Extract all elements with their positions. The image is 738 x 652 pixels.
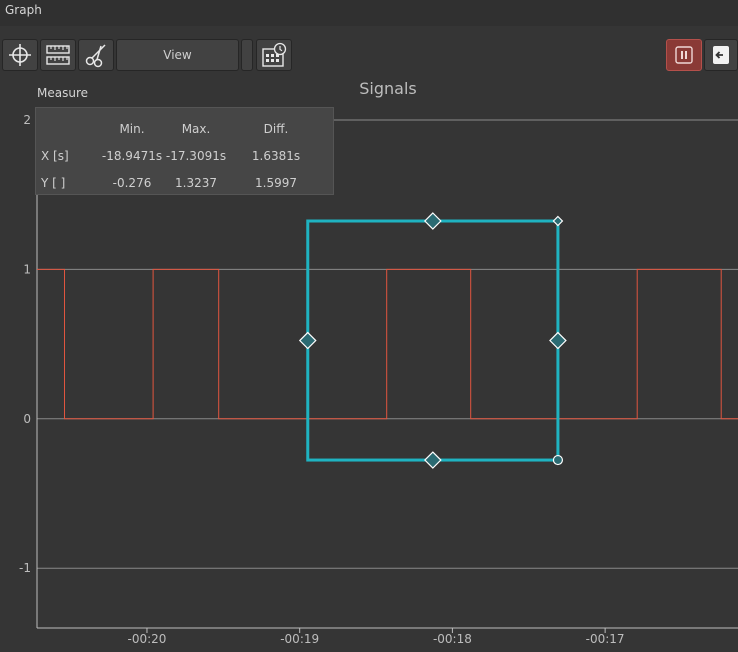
- measure-row-y-label: Y [ ]: [41, 176, 66, 190]
- measure-label: Measure: [37, 86, 88, 100]
- x-tick-label: -00:20: [127, 632, 166, 646]
- measure-box[interactable]: [298, 212, 567, 469]
- measure-row-x-max: -17.3091s: [165, 149, 227, 163]
- measure-row-x-label: X [s]: [41, 149, 69, 163]
- measure-handle-top: [423, 212, 442, 230]
- measure-handle-right: [549, 331, 567, 350]
- series-layer: [37, 268, 738, 420]
- measure-row-y-min: -0.276: [112, 176, 152, 190]
- y-tick-label: 2: [23, 113, 31, 127]
- measure-panel: Min. Max. Diff. X [s] -18.9471s -17.3091…: [35, 107, 334, 195]
- x-tick-label: -00:19: [280, 632, 319, 646]
- measure-header-min: Min.: [119, 122, 145, 136]
- x-tick-label: -00:18: [433, 632, 472, 646]
- measure-handle-left: [298, 331, 317, 350]
- signals-chart[interactable]: Signals 2 1 0 -1 -00:20 -00:19 -00:18 -00:17: [0, 0, 738, 652]
- signal-series-line: [37, 268, 738, 420]
- measure-header-max: Max.: [181, 122, 211, 136]
- measure-handle-top-right: [552, 215, 564, 227]
- y-tick-label: 0: [23, 412, 31, 426]
- x-tick-label: -00:17: [586, 632, 625, 646]
- measure-row-y-diff: 1.5997: [255, 176, 297, 190]
- chart-title: Signals: [359, 79, 416, 98]
- measure-row-x-diff: 1.6381s: [251, 149, 301, 163]
- measure-handle-bottom: [423, 451, 442, 469]
- measure-header-diff: Diff.: [263, 122, 289, 136]
- y-tick-label: 1: [23, 262, 31, 276]
- measure-row-y-max: 1.3237: [175, 176, 217, 190]
- measure-box-outline: [306, 219, 560, 462]
- measure-handle-bottom-right: [552, 454, 564, 466]
- measure-row-x-min: -18.9471s: [101, 149, 163, 163]
- y-tick-label: -1: [19, 561, 31, 575]
